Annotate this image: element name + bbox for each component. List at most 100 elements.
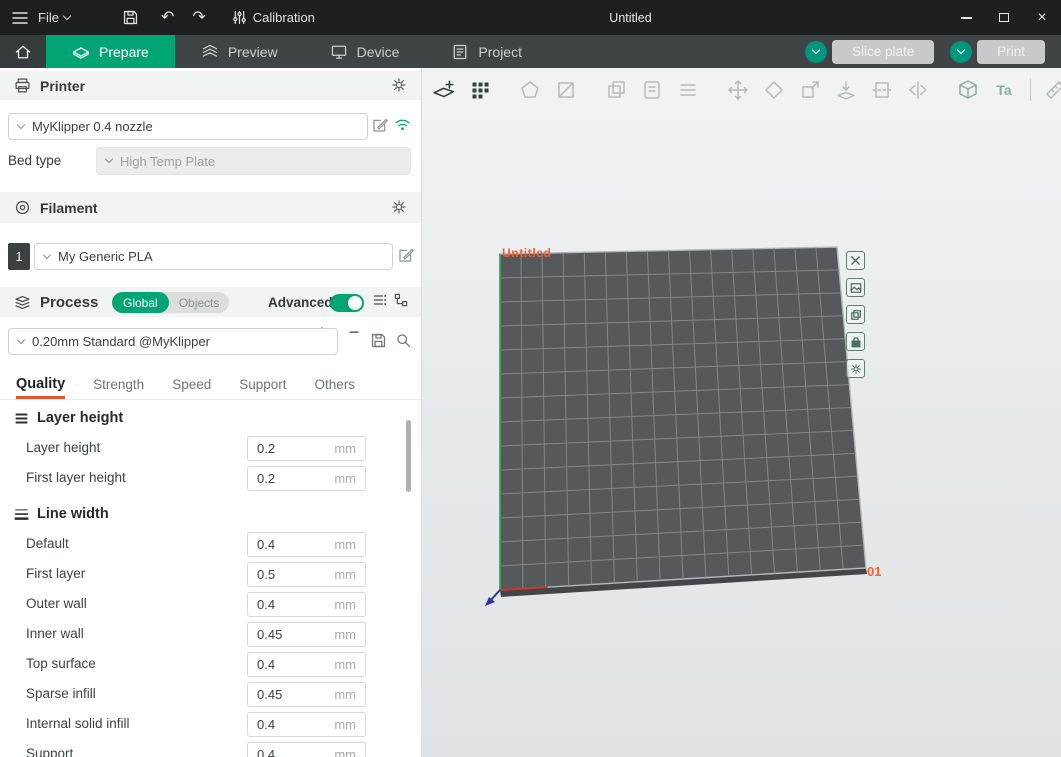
slice-plate-button[interactable]: Slice plate bbox=[805, 40, 934, 64]
advanced-toggle[interactable] bbox=[330, 294, 364, 312]
process-preset-select[interactable]: 0.20mm Standard @MyKlipper bbox=[8, 328, 338, 355]
maximize-button[interactable] bbox=[985, 0, 1023, 35]
viewport: Untitled01 bbox=[422, 68, 1061, 757]
printer-section-title: Printer bbox=[40, 78, 85, 94]
param-input[interactable]: 0.45mm bbox=[247, 682, 366, 707]
param-input[interactable]: 0.45mm bbox=[247, 622, 366, 647]
move-icon[interactable] bbox=[724, 75, 752, 105]
filament-settings-gear-icon[interactable] bbox=[391, 199, 407, 215]
param-label: Default bbox=[26, 536, 69, 551]
edit-printer-icon[interactable] bbox=[371, 117, 388, 134]
print-dropdown-icon[interactable] bbox=[950, 41, 972, 63]
tab-project[interactable]: Project bbox=[425, 35, 548, 68]
param-input[interactable]: 0.4mm bbox=[247, 532, 366, 557]
param-input[interactable]: 0.2mm bbox=[247, 436, 366, 461]
lock-plate-icon[interactable] bbox=[846, 332, 865, 351]
close-plate-icon[interactable] bbox=[846, 251, 865, 270]
parameter-list-icon[interactable] bbox=[372, 292, 388, 308]
wifi-connection-icon[interactable] bbox=[394, 116, 411, 133]
undo-icon[interactable]: ↶ bbox=[161, 10, 174, 26]
scale-icon[interactable] bbox=[796, 75, 824, 105]
printer-icon bbox=[14, 77, 31, 94]
process-tabs: Quality Strength Speed Support Others bbox=[0, 369, 421, 400]
add-plate-icon[interactable] bbox=[430, 75, 458, 105]
split-model-icon[interactable] bbox=[552, 75, 580, 105]
tab-support[interactable]: Support bbox=[239, 377, 286, 399]
lay-flat-icon[interactable] bbox=[832, 75, 860, 105]
group-line-width[interactable]: Line width bbox=[14, 506, 109, 522]
filament-preset-select[interactable]: My Generic PLA bbox=[34, 243, 393, 270]
minimize-button[interactable] bbox=[947, 0, 985, 35]
mirror-icon[interactable] bbox=[904, 75, 932, 105]
tab-device[interactable]: Device bbox=[304, 35, 426, 68]
scope-global-button[interactable]: Global bbox=[112, 292, 169, 313]
file-menu-label: File bbox=[38, 10, 59, 25]
param-input[interactable]: 0.4mm bbox=[247, 742, 366, 757]
color-paint-icon[interactable] bbox=[638, 75, 666, 105]
print-button[interactable]: Print bbox=[950, 40, 1045, 64]
calibration-button[interactable]: Calibration bbox=[232, 10, 315, 25]
home-button[interactable] bbox=[0, 35, 46, 68]
build-plate[interactable]: Untitled01 bbox=[422, 68, 1061, 757]
tab-strength[interactable]: Strength bbox=[93, 377, 144, 399]
param-row: Support 0.4mm bbox=[0, 742, 421, 757]
param-row: Outer wall 0.4mm bbox=[0, 592, 421, 618]
rotate-icon[interactable] bbox=[760, 75, 788, 105]
printer-preset-select[interactable]: MyKlipper 0.4 nozzle bbox=[8, 113, 368, 140]
cut-icon[interactable] bbox=[868, 75, 896, 105]
duplicate-plate-icon[interactable] bbox=[846, 305, 865, 324]
plate-image-icon[interactable] bbox=[846, 278, 865, 297]
filament-index-badge[interactable]: 1 bbox=[8, 243, 30, 270]
slice-dropdown-icon[interactable] bbox=[805, 41, 827, 63]
slice-plate-label[interactable]: Slice plate bbox=[832, 40, 934, 64]
save-icon[interactable] bbox=[122, 9, 139, 26]
tab-preview[interactable]: Preview bbox=[175, 35, 304, 68]
printer-section-header: Printer bbox=[0, 71, 421, 100]
text-tool-icon[interactable]: Ta bbox=[990, 75, 1018, 105]
edit-filament-icon[interactable] bbox=[397, 247, 414, 264]
calibration-label: Calibration bbox=[253, 10, 315, 25]
sidebar-scrollbar[interactable] bbox=[406, 420, 411, 492]
support-paint-icon[interactable] bbox=[674, 75, 702, 105]
filament-icon bbox=[14, 199, 31, 216]
redo-icon[interactable]: ↷ bbox=[192, 10, 205, 26]
clone-icon[interactable] bbox=[602, 75, 630, 105]
param-label: Top surface bbox=[26, 656, 96, 671]
search-icon[interactable] bbox=[395, 332, 412, 349]
tab-quality[interactable]: Quality bbox=[16, 376, 65, 399]
close-button[interactable]: × bbox=[1023, 0, 1061, 35]
param-input[interactable]: 0.2mm bbox=[247, 466, 366, 491]
plate-number-label: 01 bbox=[867, 564, 881, 579]
assembly-view-icon[interactable] bbox=[954, 75, 982, 105]
param-label: Sparse infill bbox=[26, 686, 96, 701]
tab-prepare[interactable]: Prepare bbox=[46, 35, 175, 68]
param-input[interactable]: 0.5mm bbox=[247, 562, 366, 587]
param-input[interactable]: 0.4mm bbox=[247, 652, 366, 677]
save-preset-icon[interactable] bbox=[370, 332, 387, 349]
printer-settings-gear-icon[interactable] bbox=[391, 77, 407, 93]
scope-objects-button[interactable]: Objects bbox=[169, 296, 230, 310]
auto-orient-icon[interactable] bbox=[516, 75, 544, 105]
window-title: Untitled bbox=[200, 11, 1061, 25]
file-menu[interactable]: File bbox=[38, 10, 70, 25]
param-row: First layer 0.5mm bbox=[0, 562, 421, 588]
bed-type-select[interactable]: High Temp Plate bbox=[96, 147, 411, 175]
advanced-label: Advanced bbox=[268, 295, 333, 310]
maximize-icon bbox=[999, 13, 1009, 22]
remove-filament-button[interactable]: − bbox=[342, 320, 366, 344]
group-layer-height[interactable]: Layer height bbox=[14, 410, 123, 426]
param-input[interactable]: 0.4mm bbox=[247, 592, 366, 617]
parameter-tree-icon[interactable] bbox=[393, 292, 409, 308]
hamburger-menu-icon[interactable] bbox=[12, 11, 28, 25]
measure-icon[interactable] bbox=[1041, 75, 1061, 105]
param-label: Internal solid infill bbox=[26, 716, 130, 731]
plate-settings-icon[interactable] bbox=[846, 359, 865, 378]
param-row: Top surface 0.4mm bbox=[0, 652, 421, 678]
arrange-icon[interactable] bbox=[466, 75, 494, 105]
close-icon: × bbox=[1037, 9, 1046, 27]
param-input[interactable]: 0.4mm bbox=[247, 712, 366, 737]
tab-speed[interactable]: Speed bbox=[172, 377, 211, 399]
print-label[interactable]: Print bbox=[977, 40, 1045, 64]
process-icon bbox=[14, 294, 31, 311]
tab-others[interactable]: Others bbox=[315, 377, 356, 399]
